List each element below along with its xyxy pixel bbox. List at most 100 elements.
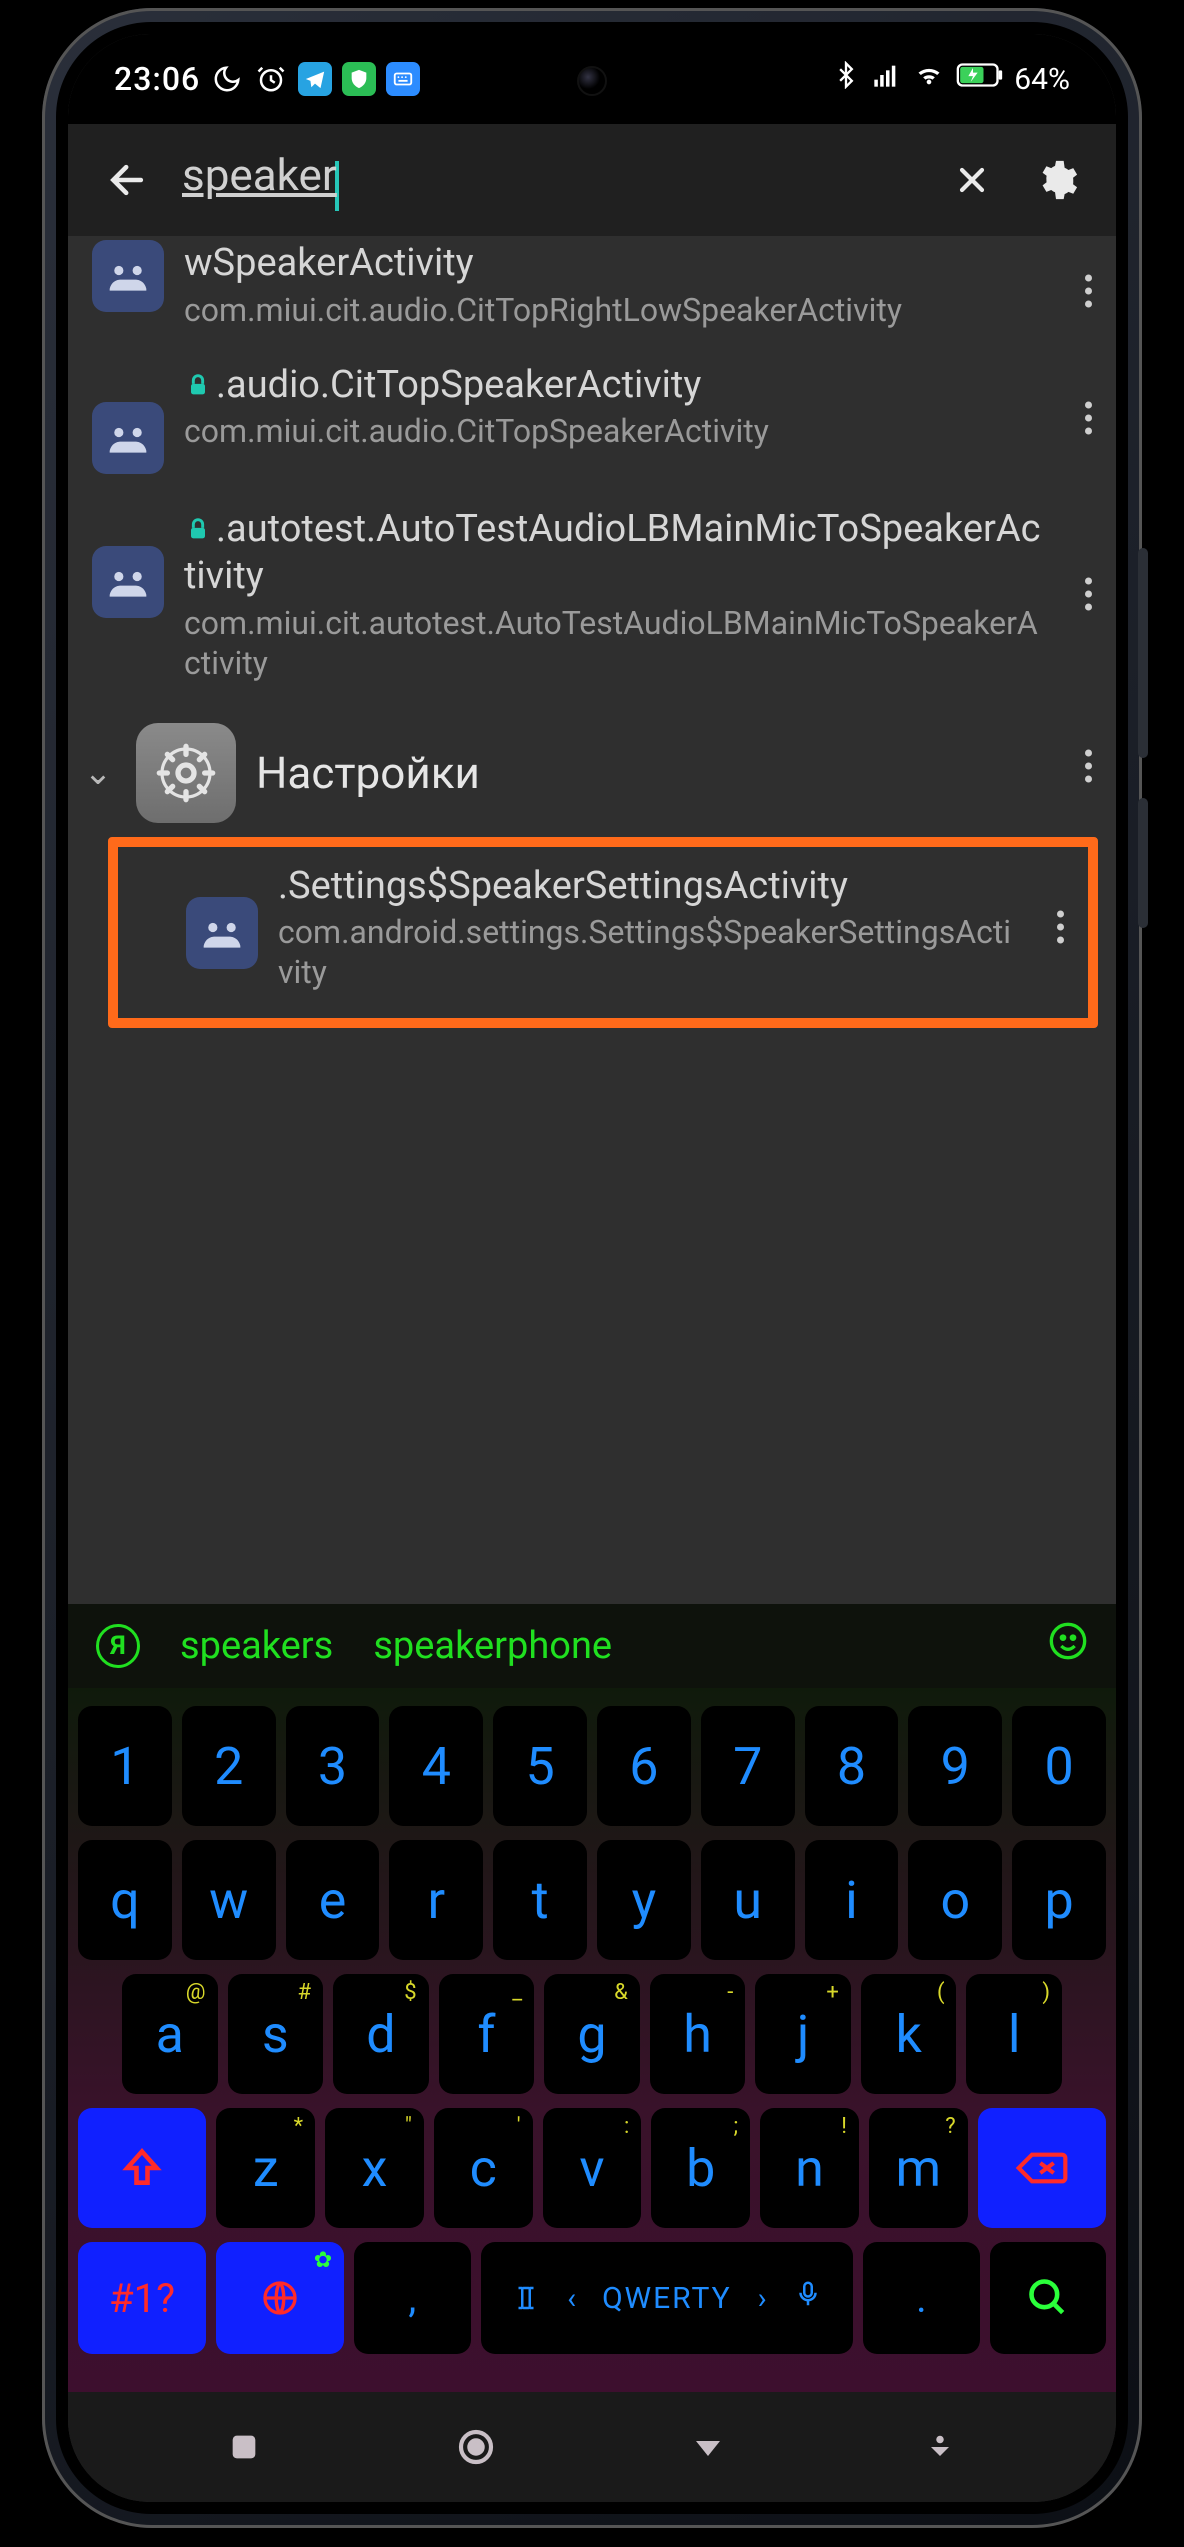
key-3[interactable]: 3 xyxy=(286,1706,380,1826)
key-g[interactable]: &g xyxy=(544,1974,640,2094)
more-menu-button[interactable] xyxy=(1085,401,1092,434)
settings-button[interactable] xyxy=(1026,150,1086,210)
result-title: .Settings$SpeakerSettingsActivity xyxy=(278,863,1024,911)
more-menu-button[interactable] xyxy=(1085,749,1092,782)
more-menu-button[interactable] xyxy=(1085,578,1092,611)
group-title: Настройки xyxy=(256,747,1092,799)
key-6[interactable]: 6 xyxy=(597,1706,691,1826)
key-search[interactable] xyxy=(990,2242,1106,2354)
key-7[interactable]: 7 xyxy=(701,1706,795,1826)
key-4[interactable]: 4 xyxy=(389,1706,483,1826)
shield-icon xyxy=(342,62,376,96)
key-2[interactable]: 2 xyxy=(182,1706,276,1826)
result-title: .audio.CitTopSpeakerActivity xyxy=(184,362,1052,410)
key-r[interactable]: r xyxy=(389,1840,483,1960)
key-backspace[interactable] xyxy=(978,2108,1106,2228)
keyboard-indicator-icon xyxy=(386,62,420,96)
key-w[interactable]: w xyxy=(182,1840,276,1960)
key-c[interactable]: 'c xyxy=(434,2108,533,2228)
key-f[interactable]: _f xyxy=(439,1974,535,2094)
results-list[interactable]: wSpeakerActivity com.miui.cit.audio.CitT… xyxy=(68,236,1116,1604)
search-input[interactable]: speaker xyxy=(182,149,918,211)
search-value: speaker xyxy=(182,149,337,201)
key-space[interactable]: ‹QWERTY› xyxy=(481,2242,854,2354)
nav-back-button[interactable] xyxy=(678,2417,738,2477)
suggestion-2[interactable]: speakerphone xyxy=(373,1624,612,1668)
settings-app-icon xyxy=(136,723,236,823)
key-j[interactable]: +j xyxy=(755,1974,851,2094)
lock-icon xyxy=(184,364,212,412)
alarm-icon xyxy=(254,62,288,96)
activity-icon xyxy=(92,402,164,474)
key-m[interactable]: ?m xyxy=(869,2108,968,2228)
key-row-bottom: #1? ✿ , ‹QWERTY› . xyxy=(78,2242,1106,2354)
key-l[interactable]: )l xyxy=(966,1974,1062,2094)
bluetooth-icon xyxy=(832,61,860,97)
nav-keyboard-switcher-button[interactable] xyxy=(910,2417,970,2477)
result-subtitle: com.android.settings.Settings$SpeakerSet… xyxy=(278,912,1024,992)
emoji-button[interactable] xyxy=(1048,1621,1088,1671)
lock-icon xyxy=(184,508,212,556)
key-5[interactable]: 5 xyxy=(493,1706,587,1826)
key-y[interactable]: y xyxy=(597,1840,691,1960)
key-e[interactable]: e xyxy=(286,1840,380,1960)
nav-recent-button[interactable] xyxy=(214,2417,274,2477)
suggestion-1[interactable]: speakers xyxy=(180,1624,333,1668)
key-comma[interactable]: , xyxy=(354,2242,470,2354)
key-period[interactable]: . xyxy=(863,2242,979,2354)
nav-home-button[interactable] xyxy=(446,2417,506,2477)
highlighted-annotation: .Settings$SpeakerSettingsActivity com.an… xyxy=(108,837,1098,1029)
key-shift[interactable] xyxy=(78,2108,206,2228)
wifi-icon xyxy=(912,61,946,97)
result-subtitle: com.miui.cit.autotest.AutoTestAudioLBMai… xyxy=(184,603,1052,683)
key-n[interactable]: !n xyxy=(760,2108,859,2228)
status-time: 23:06 xyxy=(114,60,200,98)
volume-button xyxy=(1138,548,1148,758)
telegram-icon xyxy=(298,62,332,96)
result-title: wSpeakerActivity xyxy=(184,240,1052,288)
phone-frame: 23:06 xyxy=(42,8,1142,2528)
more-menu-button[interactable] xyxy=(1085,274,1092,307)
key-b[interactable]: ;b xyxy=(651,2108,750,2228)
clear-search-button[interactable] xyxy=(942,150,1002,210)
key-u[interactable]: u xyxy=(701,1840,795,1960)
navigation-bar xyxy=(68,2392,1116,2502)
key-1[interactable]: 1 xyxy=(78,1706,172,1826)
key-x[interactable]: "x xyxy=(325,2108,424,2228)
mic-icon xyxy=(793,2279,823,2317)
result-item[interactable]: .autotest.AutoTestAudioLBMainMicToSpeake… xyxy=(68,490,1116,699)
key-k[interactable]: (k xyxy=(861,1974,957,2094)
yandex-icon[interactable]: Я xyxy=(96,1624,140,1668)
result-item[interactable]: wSpeakerActivity com.miui.cit.audio.CitT… xyxy=(68,236,1116,346)
activity-icon xyxy=(186,897,258,969)
more-menu-button[interactable] xyxy=(1057,911,1064,944)
key-i[interactable]: i xyxy=(805,1840,899,1960)
key-z[interactable]: *z xyxy=(216,2108,315,2228)
signal-icon xyxy=(870,61,902,97)
key-s[interactable]: #s xyxy=(228,1974,324,2094)
key-t[interactable]: t xyxy=(493,1840,587,1960)
key-a[interactable]: @a xyxy=(122,1974,218,2094)
activity-icon xyxy=(92,240,164,312)
key-row-asdf: @a #s $d _f &g -h +j (k )l xyxy=(78,1974,1106,2094)
key-p[interactable]: p xyxy=(1012,1840,1106,1960)
key-d[interactable]: $d xyxy=(333,1974,429,2094)
key-symbols[interactable]: #1? xyxy=(78,2242,206,2354)
front-camera xyxy=(577,66,607,96)
key-9[interactable]: 9 xyxy=(908,1706,1002,1826)
key-8[interactable]: 8 xyxy=(805,1706,899,1826)
key-v[interactable]: :v xyxy=(543,2108,642,2228)
key-row-qwerty: q w e r t y u i o p xyxy=(78,1840,1106,1960)
group-header-settings[interactable]: ⌄ Настройки xyxy=(68,699,1116,833)
key-row-numbers: 1 2 3 4 5 6 7 8 9 0 xyxy=(78,1706,1106,1826)
key-h[interactable]: -h xyxy=(650,1974,746,2094)
result-title: .autotest.AutoTestAudioLBMainMicToSpeake… xyxy=(184,506,1052,601)
key-language[interactable]: ✿ xyxy=(216,2242,344,2354)
result-item[interactable]: .audio.CitTopSpeakerActivity com.miui.ci… xyxy=(68,346,1116,490)
result-item-highlighted[interactable]: .Settings$SpeakerSettingsActivity com.an… xyxy=(118,847,1088,1009)
key-q[interactable]: q xyxy=(78,1840,172,1960)
soft-keyboard: 1 2 3 4 5 6 7 8 9 0 q w e r t y xyxy=(68,1688,1116,2392)
key-0[interactable]: 0 xyxy=(1012,1706,1106,1826)
back-button[interactable] xyxy=(98,150,158,210)
key-o[interactable]: o xyxy=(908,1840,1002,1960)
